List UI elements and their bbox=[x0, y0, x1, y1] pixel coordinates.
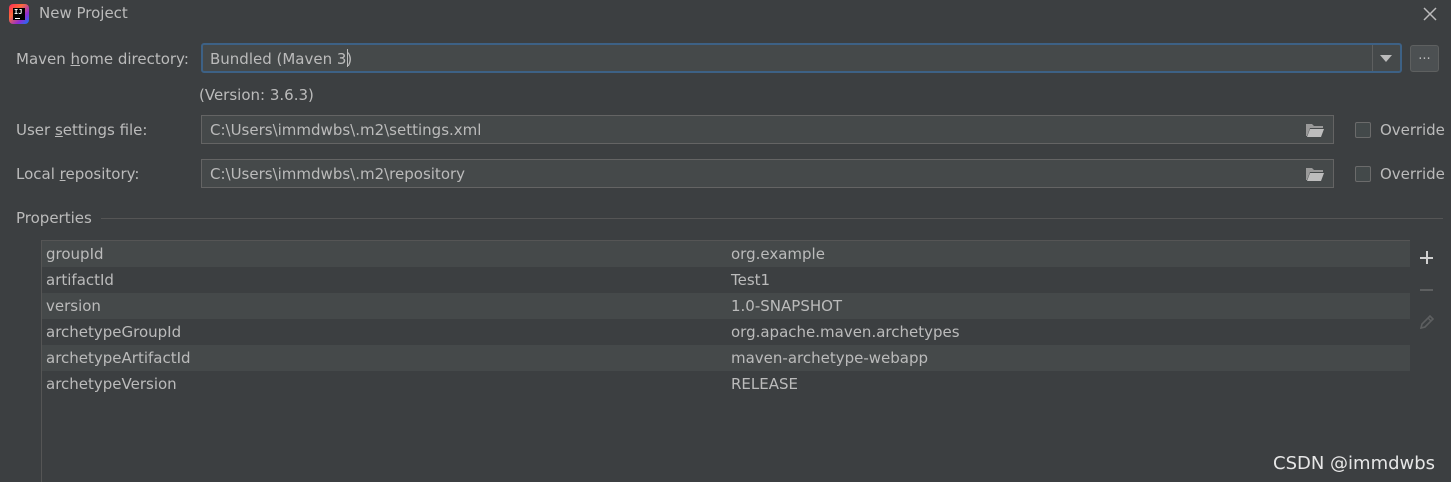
property-value: Test1 bbox=[731, 271, 771, 289]
folder-icon[interactable] bbox=[1305, 122, 1325, 138]
properties-section-title: Properties bbox=[16, 209, 92, 227]
table-row[interactable]: archetypeArtifactId maven-archetype-weba… bbox=[42, 345, 1410, 371]
table-row[interactable]: artifactId Test1 bbox=[42, 267, 1410, 293]
text-caret bbox=[347, 49, 348, 67]
window-title: New Project bbox=[39, 4, 128, 22]
user-settings-field[interactable]: C:\Users\immdwbs\.m2\settings.xml bbox=[201, 115, 1334, 144]
local-repository-label: Local repository: bbox=[16, 165, 140, 183]
folder-icon[interactable] bbox=[1305, 166, 1325, 182]
property-key: archetypeGroupId bbox=[46, 323, 182, 341]
user-settings-override-label[interactable]: Override bbox=[1380, 121, 1445, 139]
local-repository-value: C:\Users\immdwbs\.m2\repository bbox=[210, 165, 466, 183]
minus-icon[interactable] bbox=[1418, 281, 1436, 299]
intellij-idea-icon: IJ bbox=[9, 4, 29, 24]
table-row[interactable]: archetypeVersion RELEASE bbox=[42, 371, 1410, 397]
close-icon[interactable] bbox=[1419, 3, 1441, 25]
user-settings-override-checkbox[interactable] bbox=[1355, 122, 1371, 138]
section-divider bbox=[101, 218, 1443, 219]
pencil-icon[interactable] bbox=[1418, 313, 1436, 331]
property-key: version bbox=[46, 297, 101, 315]
property-value: maven-archetype-webapp bbox=[731, 349, 929, 367]
property-key: artifactId bbox=[46, 271, 114, 289]
property-key: archetypeArtifactId bbox=[46, 349, 191, 367]
maven-home-combobox[interactable]: Bundled (Maven 3) bbox=[201, 43, 1402, 73]
property-value: org.example bbox=[731, 245, 825, 263]
maven-version-text: (Version: 3.6.3) bbox=[199, 86, 314, 104]
maven-home-label: Maven home directory: bbox=[16, 50, 189, 68]
watermark: CSDN @immdwbs bbox=[1273, 453, 1436, 474]
table-row[interactable]: groupId org.example bbox=[42, 241, 1410, 267]
user-settings-value: C:\Users\immdwbs\.m2\settings.xml bbox=[210, 121, 482, 139]
plus-icon[interactable] bbox=[1418, 249, 1436, 267]
properties-table[interactable]: groupId org.example artifactId Test1 ver… bbox=[41, 240, 1410, 482]
title-bar: IJ New Project bbox=[0, 0, 1451, 28]
property-value: 1.0-SNAPSHOT bbox=[731, 297, 843, 315]
table-row[interactable]: archetypeGroupId org.apache.maven.archet… bbox=[42, 319, 1410, 345]
property-key: groupId bbox=[46, 245, 104, 263]
table-row[interactable]: version 1.0-SNAPSHOT bbox=[42, 293, 1410, 319]
properties-toolbar bbox=[1410, 240, 1451, 482]
user-settings-label: User settings file: bbox=[16, 121, 148, 139]
local-repository-override-label[interactable]: Override bbox=[1380, 165, 1445, 183]
combo-separator bbox=[1372, 45, 1373, 71]
local-repository-override-checkbox[interactable] bbox=[1355, 166, 1371, 182]
maven-home-value: Bundled (Maven 3) bbox=[210, 50, 353, 68]
browse-maven-home-button[interactable]: ... bbox=[1410, 45, 1439, 72]
property-key: archetypeVersion bbox=[46, 375, 177, 393]
chevron-down-icon[interactable] bbox=[1380, 55, 1392, 62]
property-value: org.apache.maven.archetypes bbox=[731, 323, 960, 341]
local-repository-field[interactable]: C:\Users\immdwbs\.m2\repository bbox=[201, 159, 1334, 188]
property-value: RELEASE bbox=[731, 375, 798, 393]
